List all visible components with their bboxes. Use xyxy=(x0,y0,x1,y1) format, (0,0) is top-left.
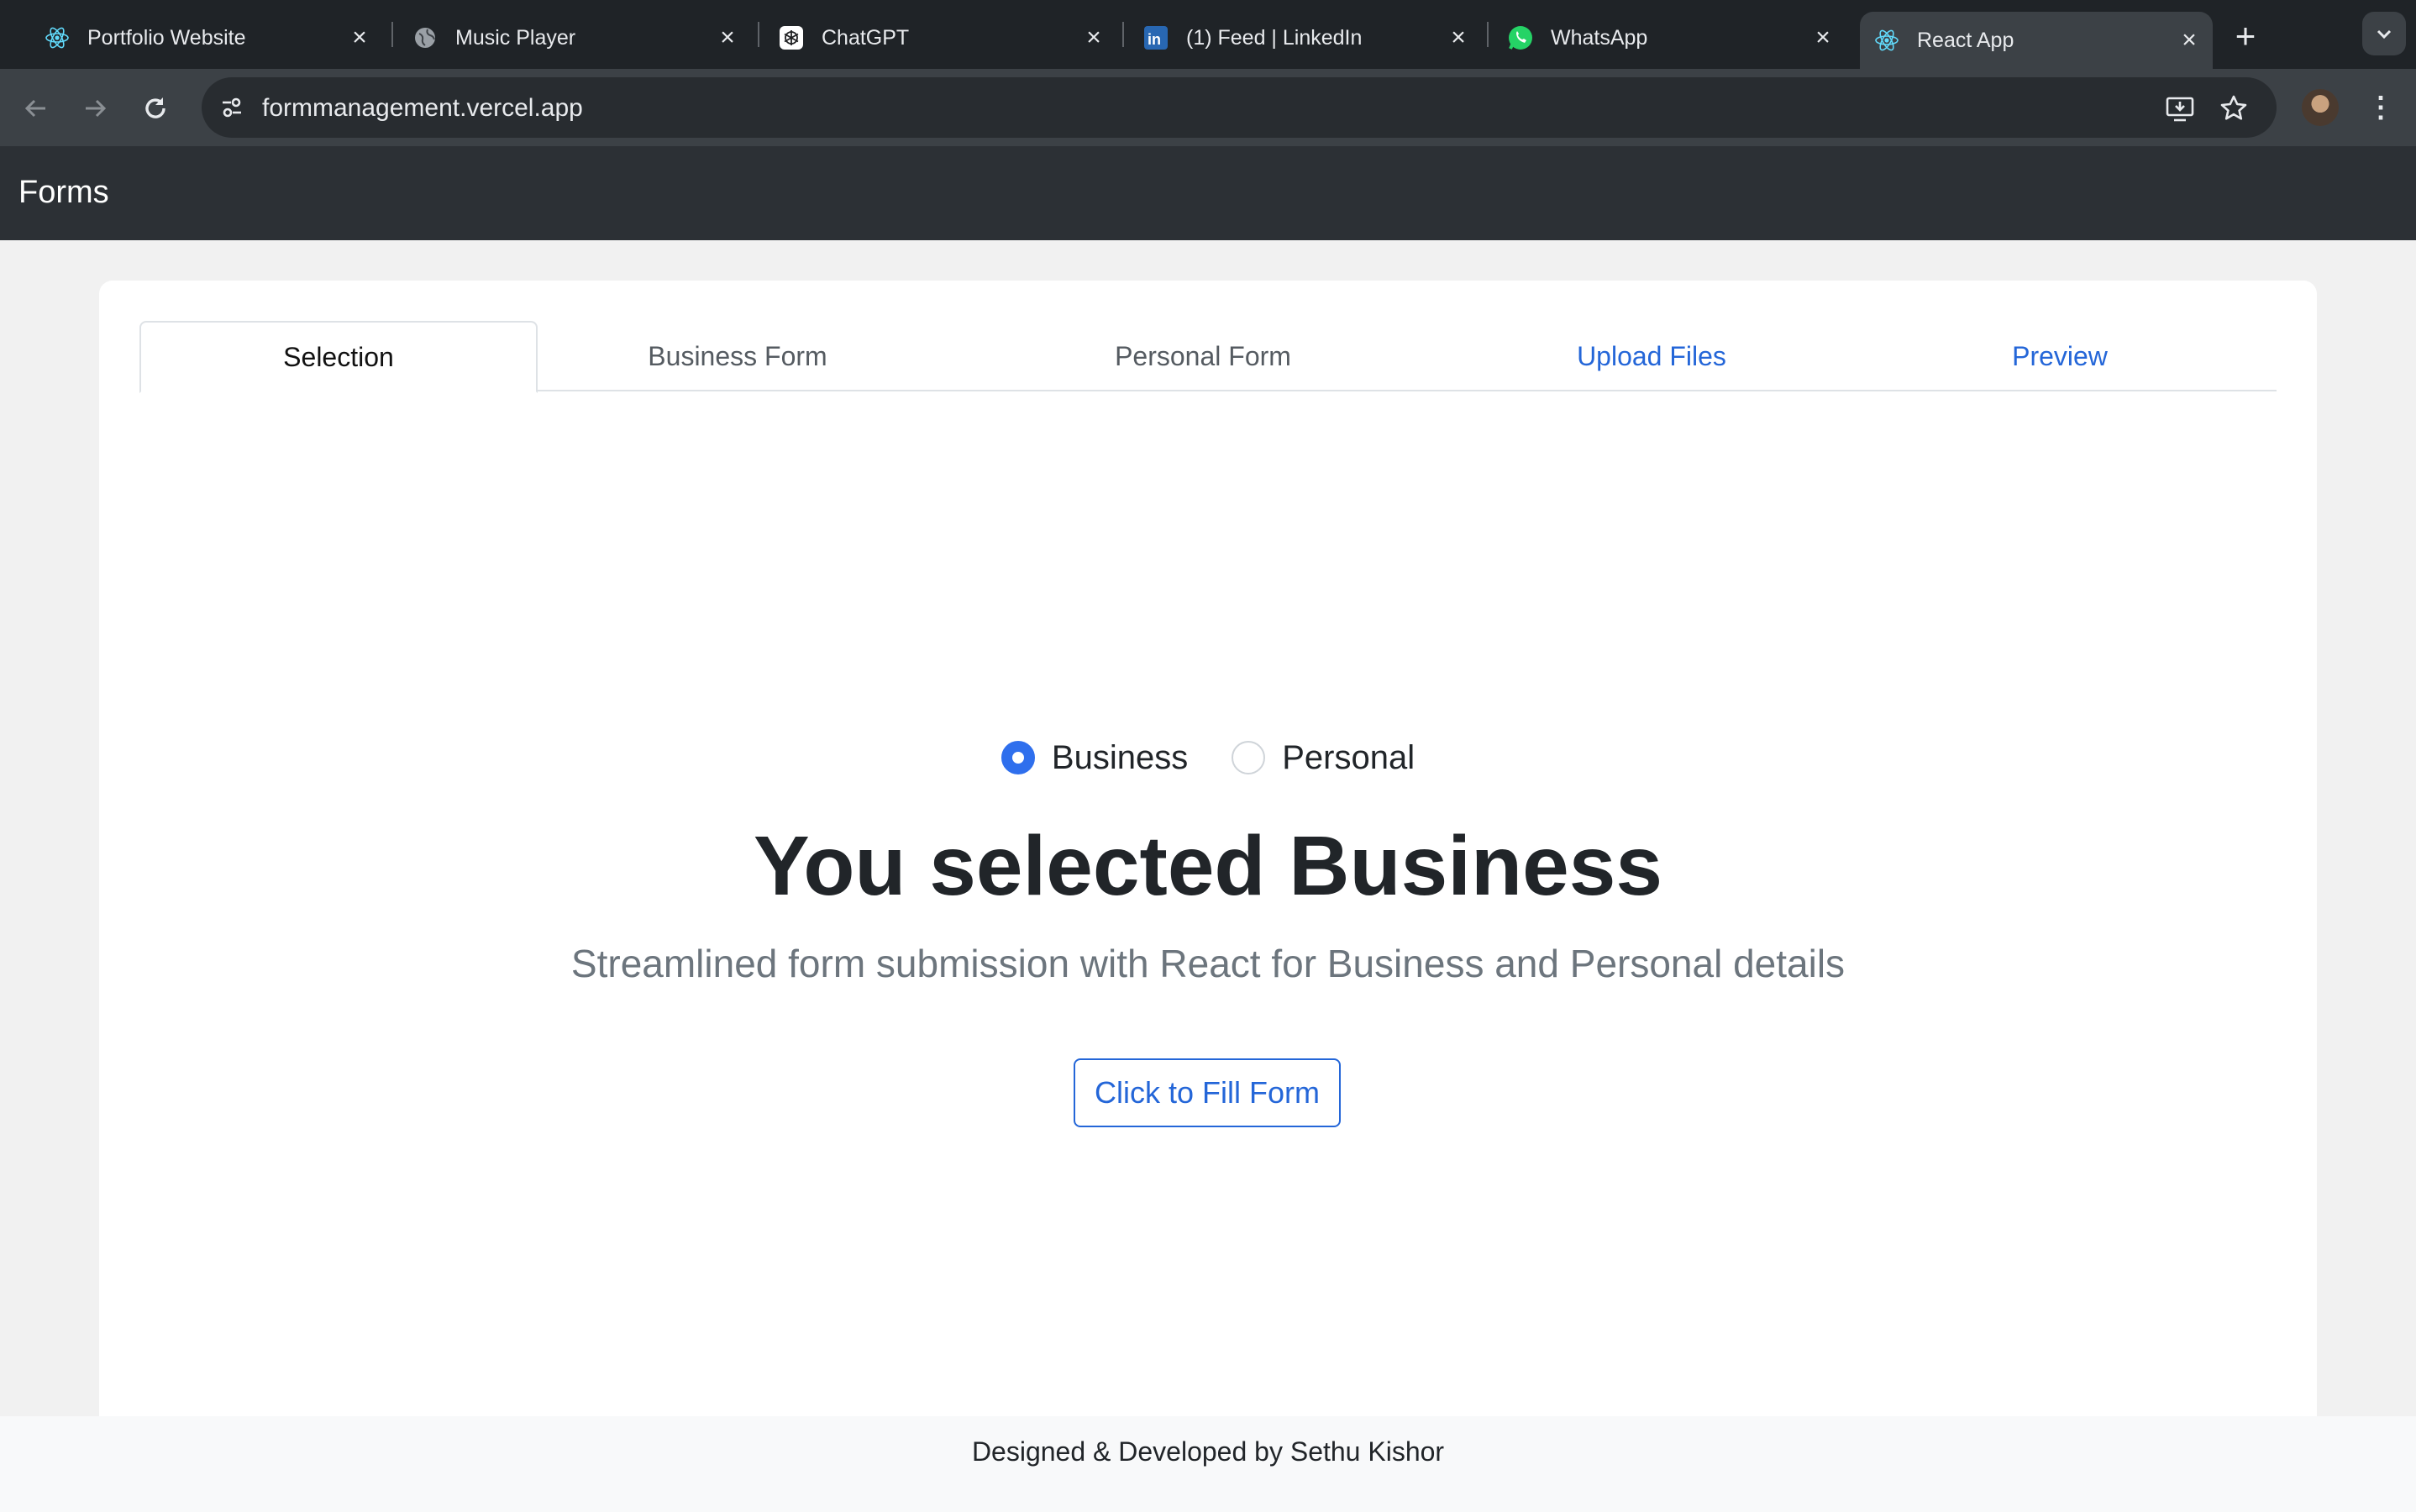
radio-button-checked[interactable] xyxy=(1001,741,1035,774)
react-icon xyxy=(1873,27,1900,54)
lead-text: Streamlined form submission with React f… xyxy=(570,942,1846,985)
close-icon[interactable]: × xyxy=(1079,23,1109,53)
svg-text:in: in xyxy=(1148,31,1161,48)
new-tab-plus-icon[interactable]: + xyxy=(2224,15,2266,57)
url-text: formmanagement.vercel.app xyxy=(262,94,583,122)
linkedin-icon: in xyxy=(1142,24,1169,51)
type-radio-group: Business Personal xyxy=(99,734,2317,781)
browser-tab-strip: Portfolio Website × Music Player × ChatG… xyxy=(0,0,2416,69)
back-arrow-icon[interactable] xyxy=(15,87,57,129)
browser-tab-title: React App xyxy=(1917,28,2014,52)
radio-button-unchecked[interactable] xyxy=(1232,741,1266,774)
chevron-down-icon[interactable] xyxy=(2362,12,2406,55)
tab-preview[interactable]: Preview xyxy=(1934,321,2186,391)
browser-toolbar: formmanagement.vercel.app ⋮ xyxy=(0,69,2416,146)
close-icon[interactable]: × xyxy=(2174,25,2204,55)
tab-divider xyxy=(1122,22,1124,47)
install-app-icon[interactable] xyxy=(2162,91,2198,126)
tab-divider xyxy=(391,22,393,47)
browser-tab-title: ChatGPT xyxy=(822,25,910,50)
address-bar[interactable]: formmanagement.vercel.app xyxy=(202,77,2277,138)
close-icon[interactable]: × xyxy=(344,23,375,53)
browser-tab-whatsapp[interactable]: WhatsApp × xyxy=(1494,12,1846,64)
close-icon[interactable]: × xyxy=(1443,23,1473,53)
navbar-brand[interactable]: Forms xyxy=(18,175,109,211)
app-navbar: Forms xyxy=(0,146,2416,240)
site-settings-icon[interactable] xyxy=(213,89,250,126)
more-menu-icon[interactable]: ⋮ xyxy=(2364,89,2398,126)
footer-credit: Designed & Developed by Sethu Kishor xyxy=(971,1436,1445,1467)
browser-tab-music-player[interactable]: Music Player × xyxy=(398,12,751,64)
browser-tab-title: Music Player xyxy=(455,25,576,50)
browser-tab-title: Portfolio Website xyxy=(87,25,246,50)
radio-personal[interactable]: Personal xyxy=(1232,739,1415,777)
form-tabs: Selection Business Form Personal Form Up… xyxy=(139,321,2277,393)
form-card: Selection Business Form Personal Form Up… xyxy=(99,281,2317,1473)
chatgpt-icon xyxy=(778,24,805,51)
tab-divider xyxy=(1487,22,1489,47)
browser-tab-title: (1) Feed | LinkedIn xyxy=(1186,25,1363,50)
fill-form-button[interactable]: Click to Fill Form xyxy=(1074,1058,1341,1127)
reload-icon[interactable] xyxy=(134,87,176,129)
tab-business-form[interactable]: Business Form xyxy=(612,321,864,391)
react-icon xyxy=(44,24,71,51)
globe-icon xyxy=(412,24,439,51)
profile-avatar[interactable] xyxy=(2302,89,2339,126)
radio-label: Business xyxy=(1051,738,1189,776)
page-footer: Designed & Developed by Sethu Kishor xyxy=(0,1416,2416,1512)
close-icon[interactable]: × xyxy=(712,23,743,53)
whatsapp-icon xyxy=(1507,24,1534,51)
browser-tab-portfolio[interactable]: Portfolio Website × xyxy=(30,12,383,64)
radio-label: Personal xyxy=(1282,738,1415,776)
browser-tab-linkedin[interactable]: in (1) Feed | LinkedIn × xyxy=(1129,12,1482,64)
browser-tab-title: WhatsApp xyxy=(1551,25,1648,50)
selection-heading: You selected Business xyxy=(754,819,1662,913)
tab-selection[interactable]: Selection xyxy=(139,321,538,393)
forward-arrow-icon[interactable] xyxy=(74,87,116,129)
tab-upload-files[interactable]: Upload Files xyxy=(1526,321,1778,391)
tab-personal-form[interactable]: Personal Form xyxy=(1077,321,1329,391)
close-icon[interactable]: × xyxy=(1808,23,1838,53)
browser-tab-chatgpt[interactable]: ChatGPT × xyxy=(764,12,1117,64)
tab-divider xyxy=(758,22,759,47)
radio-business[interactable]: Business xyxy=(1001,739,1188,777)
bookmark-star-icon[interactable] xyxy=(2216,91,2251,126)
browser-tab-react-app[interactable]: React App × xyxy=(1860,12,2213,69)
